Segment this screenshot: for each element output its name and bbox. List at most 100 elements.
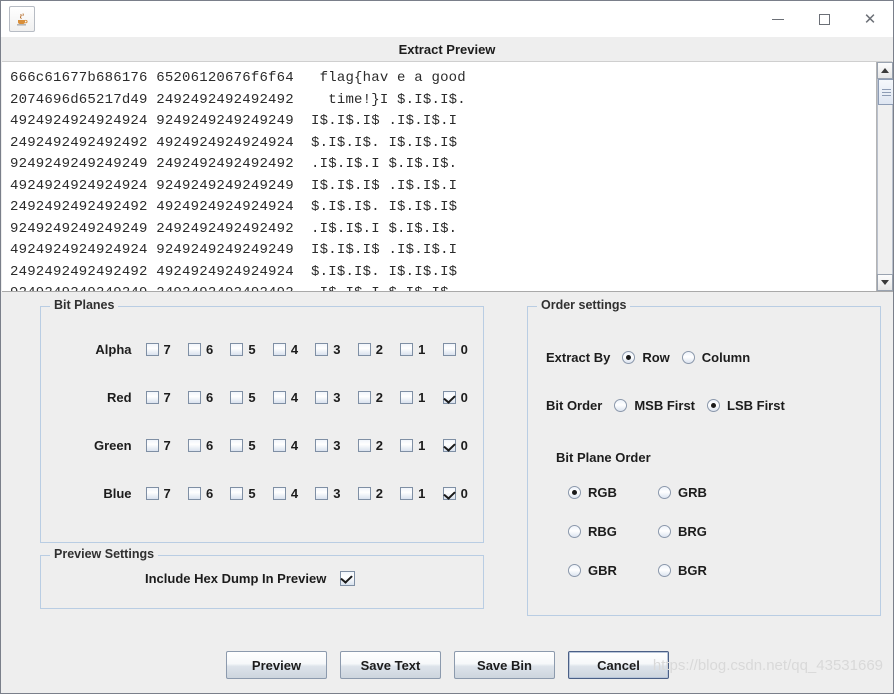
radio-bit-plane-order-brg[interactable]: BRG [658, 524, 748, 539]
bit-plane-cell-red-2[interactable]: 2 [357, 390, 400, 405]
checkbox-red-1[interactable] [400, 390, 414, 404]
bit-plane-cell-green-0[interactable]: 0 [442, 438, 485, 453]
checkbox-alpha-6[interactable] [187, 342, 201, 356]
bit-plane-cell-alpha-1[interactable]: 1 [400, 342, 442, 357]
bit-plane-cell-alpha-7[interactable]: 7 [145, 342, 188, 357]
radio-indicator[interactable] [568, 564, 581, 577]
bit-plane-cell-blue-3[interactable]: 3 [315, 486, 357, 501]
bit-plane-cell-green-7[interactable]: 7 [145, 438, 188, 453]
checkbox-alpha-3[interactable] [315, 342, 329, 356]
radio-indicator[interactable] [658, 486, 671, 499]
checkbox-red-5[interactable] [230, 390, 244, 404]
bit-plane-cell-blue-4[interactable]: 4 [272, 486, 315, 501]
checkbox-green-6[interactable] [187, 438, 201, 452]
radio-indicator[interactable] [707, 399, 721, 412]
scroll-down-button[interactable] [877, 274, 893, 291]
bit-plane-cell-blue-6[interactable]: 6 [187, 486, 230, 501]
bit-plane-cell-red-7[interactable]: 7 [145, 390, 188, 405]
checkbox-alpha-0[interactable] [442, 342, 456, 356]
radio-indicator[interactable] [568, 486, 581, 499]
radio-extract-by-column[interactable]: Column [681, 350, 750, 365]
maximize-button[interactable] [801, 1, 847, 37]
checkbox-alpha-4[interactable] [272, 342, 286, 356]
bit-plane-cell-green-6[interactable]: 6 [187, 438, 230, 453]
checkbox-red-4[interactable] [272, 390, 286, 404]
bit-plane-cell-green-2[interactable]: 2 [357, 438, 400, 453]
bit-plane-cell-blue-2[interactable]: 2 [357, 486, 400, 501]
preview-vertical-scrollbar[interactable] [876, 62, 893, 291]
bit-index-label: 1 [418, 485, 426, 501]
bit-plane-cell-green-1[interactable]: 1 [400, 438, 442, 453]
scroll-up-button[interactable] [877, 62, 893, 79]
checkbox-red-3[interactable] [315, 390, 329, 404]
bit-plane-cell-red-3[interactable]: 3 [315, 390, 357, 405]
checkbox-green-0[interactable] [442, 438, 456, 452]
scrollbar-track[interactable] [877, 79, 893, 274]
checkbox-alpha-2[interactable] [357, 342, 371, 356]
checkbox-alpha-1[interactable] [400, 342, 414, 356]
bit-plane-cell-alpha-4[interactable]: 4 [272, 342, 315, 357]
bit-plane-cell-red-4[interactable]: 4 [272, 390, 315, 405]
bit-plane-cell-alpha-2[interactable]: 2 [357, 342, 400, 357]
bit-plane-cell-red-5[interactable]: 5 [230, 390, 272, 405]
bit-plane-cell-blue-0[interactable]: 0 [442, 486, 485, 501]
checkbox-alpha-5[interactable] [230, 342, 244, 356]
checkbox-alpha-7[interactable] [145, 342, 159, 356]
radio-indicator[interactable] [681, 351, 695, 364]
bit-plane-cell-blue-7[interactable]: 7 [145, 486, 188, 501]
include-hex-dump-row[interactable]: Include Hex Dump In Preview [145, 571, 356, 586]
checkbox-green-3[interactable] [315, 438, 329, 452]
radio-indicator[interactable] [658, 564, 671, 577]
checkbox-red-7[interactable] [145, 390, 159, 404]
checkbox-red-0[interactable] [442, 390, 456, 404]
bit-plane-cell-alpha-5[interactable]: 5 [230, 342, 272, 357]
checkbox-blue-6[interactable] [187, 486, 201, 500]
checkbox-blue-2[interactable] [357, 486, 371, 500]
minimize-button[interactable] [755, 1, 801, 37]
checkbox-green-1[interactable] [400, 438, 414, 452]
radio-bit-plane-order-bgr[interactable]: BGR [658, 563, 748, 578]
checkbox-blue-0[interactable] [442, 486, 456, 500]
radio-bit-plane-order-grb[interactable]: GRB [658, 485, 748, 500]
radio-bit-order-msb-first[interactable]: MSB First [614, 398, 695, 413]
save-text-button[interactable]: Save Text [340, 651, 441, 679]
bit-plane-cell-red-6[interactable]: 6 [187, 390, 230, 405]
radio-bit-plane-order-gbr[interactable]: GBR [568, 563, 658, 578]
bit-plane-cell-red-1[interactable]: 1 [400, 390, 442, 405]
bit-plane-cell-green-4[interactable]: 4 [272, 438, 315, 453]
checkbox-blue-1[interactable] [400, 486, 414, 500]
radio-bit-order-lsb-first[interactable]: LSB First [707, 398, 785, 413]
checkbox-blue-3[interactable] [315, 486, 329, 500]
radio-indicator[interactable] [622, 351, 636, 364]
checkbox-blue-7[interactable] [145, 486, 159, 500]
checkbox-red-2[interactable] [357, 390, 371, 404]
bit-plane-cell-blue-1[interactable]: 1 [400, 486, 442, 501]
bit-plane-cell-alpha-6[interactable]: 6 [187, 342, 230, 357]
cancel-button[interactable]: Cancel [568, 651, 669, 679]
hex-dump-text[interactable]: 666c61677b686176 65206120676f6f64 flag{h… [2, 62, 876, 291]
scrollbar-thumb[interactable] [878, 79, 893, 105]
checkbox-include-hex-dump[interactable] [340, 571, 356, 586]
checkbox-green-4[interactable] [272, 438, 286, 452]
bit-plane-cell-alpha-0[interactable]: 0 [442, 342, 485, 357]
checkbox-green-5[interactable] [230, 438, 244, 452]
preview-button[interactable]: Preview [226, 651, 327, 679]
checkbox-blue-5[interactable] [230, 486, 244, 500]
radio-indicator[interactable] [568, 525, 581, 538]
bit-plane-cell-red-0[interactable]: 0 [442, 390, 485, 405]
save-bin-button[interactable]: Save Bin [454, 651, 555, 679]
close-button[interactable]: ✕ [847, 1, 893, 37]
radio-bit-plane-order-rbg[interactable]: RBG [568, 524, 658, 539]
radio-indicator[interactable] [614, 399, 628, 412]
checkbox-red-6[interactable] [187, 390, 201, 404]
checkbox-blue-4[interactable] [272, 486, 286, 500]
bit-plane-cell-blue-5[interactable]: 5 [230, 486, 272, 501]
radio-indicator[interactable] [658, 525, 671, 538]
bit-plane-cell-green-5[interactable]: 5 [230, 438, 272, 453]
checkbox-green-7[interactable] [145, 438, 159, 452]
bit-plane-cell-alpha-3[interactable]: 3 [315, 342, 357, 357]
checkbox-green-2[interactable] [357, 438, 371, 452]
radio-extract-by-row[interactable]: Row [622, 350, 670, 365]
radio-bit-plane-order-rgb[interactable]: RGB [568, 485, 658, 500]
bit-plane-cell-green-3[interactable]: 3 [315, 438, 357, 453]
